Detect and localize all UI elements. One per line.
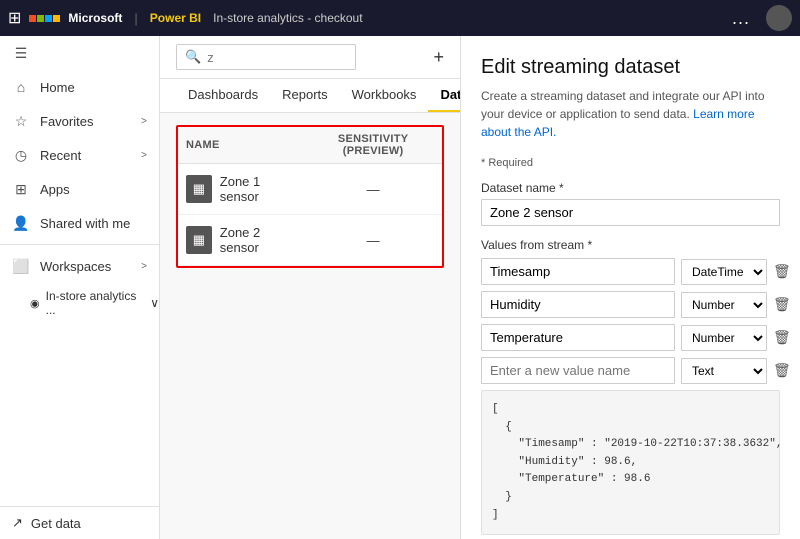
delete-stream-1[interactable]: 🗑 xyxy=(773,263,791,280)
tabs-bar: Dashboards Reports Workbooks Datasets Da… xyxy=(160,79,460,113)
stream-row-2: NumberDateTimeText 🗑 xyxy=(481,291,780,318)
instore-chevron-icon: ∨ xyxy=(150,296,159,310)
sidebar-item-recent-label: Recent xyxy=(40,148,81,163)
stream-type-2[interactable]: NumberDateTimeText xyxy=(681,292,767,318)
dataset-name-input[interactable] xyxy=(481,199,780,226)
sidebar-item-workspaces[interactable]: ⬜ Workspaces > xyxy=(0,249,159,283)
stream-name-3[interactable] xyxy=(481,324,675,351)
content-header: 🔍 + xyxy=(160,36,460,79)
chevron-icon: > xyxy=(141,116,147,127)
chevron-right-icon: > xyxy=(141,150,147,161)
col-sensitivity-header: SENSITIVITY (preview) xyxy=(304,127,442,164)
sidebar-item-shared[interactable]: 👤 Shared with me xyxy=(0,206,159,240)
table-row[interactable]: ▦ Zone 1 sensor — xyxy=(178,164,442,215)
panel-title: Edit streaming dataset xyxy=(481,56,780,79)
dataset-table-container: NAME SENSITIVITY (preview) ▦ Zone 1 sens… xyxy=(176,125,444,268)
sidebar-toggle[interactable]: ☰ xyxy=(0,36,159,70)
more-options-icon[interactable]: ... xyxy=(732,8,750,29)
stream-row-new: TextDateTimeNumber 🗑 xyxy=(481,357,780,384)
home-icon: ⌂ xyxy=(12,78,30,96)
avatar[interactable] xyxy=(766,5,792,31)
edit-panel: Edit streaming dataset Create a streamin… xyxy=(460,36,800,539)
get-data-label: Get data xyxy=(31,516,81,531)
sidebar-item-instore[interactable]: ◉ In-store analytics ... ∨ xyxy=(0,283,159,323)
topbar-divider: | xyxy=(134,11,137,26)
recent-icon: ◷ xyxy=(12,146,30,164)
sidebar-item-favorites[interactable]: ☆ Favorites > xyxy=(0,104,159,138)
dataset-name-cell: ▦ Zone 1 sensor xyxy=(178,164,304,215)
content-area: 🔍 + Dashboards Reports Workbooks Dataset… xyxy=(160,36,460,539)
main-layout: ☰ ⌂ Home ☆ Favorites > ◷ Recent > ⊞ Apps… xyxy=(0,36,800,539)
sidebar-item-apps-label: Apps xyxy=(40,182,70,197)
dataset-name-label: Dataset name * xyxy=(481,181,780,195)
sidebar-item-recent[interactable]: ◷ Recent > xyxy=(0,138,159,172)
grid-icon: ⊞ xyxy=(8,8,21,28)
hamburger-icon: ☰ xyxy=(12,44,30,62)
required-note: * Required xyxy=(481,157,780,169)
tab-reports[interactable]: Reports xyxy=(270,79,340,112)
getdata-icon: ↗ xyxy=(12,515,23,531)
workspaces-icon: ⬜ xyxy=(12,257,30,275)
sidebar-workspaces-label: Workspaces xyxy=(40,259,111,274)
dataset-icon-1: ▦ xyxy=(186,175,212,203)
stream-type-new[interactable]: TextDateTimeNumber xyxy=(681,358,767,384)
sidebar-item-favorites-label: Favorites xyxy=(40,114,93,129)
sidebar-item-home[interactable]: ⌂ Home xyxy=(0,70,159,104)
dataset-icon-2: ▦ xyxy=(186,226,212,254)
stream-values-label: Values from stream * xyxy=(481,238,780,252)
favorites-icon: ☆ xyxy=(12,112,30,130)
search-icon: 🔍 xyxy=(185,49,201,65)
panel-description: Create a streaming dataset and integrate… xyxy=(481,87,780,141)
instore-icon: ◉ xyxy=(30,297,40,310)
dataset-name-2: Zone 2 sensor xyxy=(220,225,297,255)
tab-datasets[interactable]: Datasets xyxy=(428,79,460,112)
dataset-name-cell: ▦ Zone 2 sensor xyxy=(178,215,304,266)
tab-dashboards[interactable]: Dashboards xyxy=(176,79,270,112)
sensitivity-1: — xyxy=(304,164,442,215)
stream-name-1[interactable] xyxy=(481,258,675,285)
sidebar-item-home-label: Home xyxy=(40,80,75,95)
col-name-header: NAME xyxy=(178,127,304,164)
sensitivity-2: — xyxy=(304,215,442,266)
table-row[interactable]: ▦ Zone 2 sensor — xyxy=(178,215,442,266)
shared-icon: 👤 xyxy=(12,214,30,232)
sidebar-get-data[interactable]: ↗ Get data xyxy=(0,506,159,539)
search-box[interactable]: 🔍 xyxy=(176,44,356,70)
search-input[interactable] xyxy=(207,50,347,65)
delete-stream-2[interactable]: 🗑 xyxy=(773,296,791,313)
sidebar-item-instore-label: In-store analytics ... xyxy=(46,289,145,317)
apps-icon: ⊞ xyxy=(12,180,30,198)
sidebar: ☰ ⌂ Home ☆ Favorites > ◷ Recent > ⊞ Apps… xyxy=(0,36,160,539)
stream-name-2[interactable] xyxy=(481,291,675,318)
sidebar-item-apps[interactable]: ⊞ Apps xyxy=(0,172,159,206)
microsoft-logo xyxy=(29,15,60,22)
tab-workbooks[interactable]: Workbooks xyxy=(340,79,429,112)
topbar: ⊞ Microsoft | Power BI In-store analytic… xyxy=(0,0,800,36)
stream-type-3[interactable]: NumberDateTimeText xyxy=(681,325,767,351)
powerbi-label: Power BI xyxy=(150,11,201,25)
microsoft-label: Microsoft xyxy=(68,11,122,25)
stream-row-1: DateTimeNumberText 🗑 xyxy=(481,258,780,285)
topbar-title: In-store analytics - checkout xyxy=(213,11,362,25)
workspaces-chevron-icon: > xyxy=(141,261,147,272)
stream-type-1[interactable]: DateTimeNumberText xyxy=(681,259,767,285)
dataset-name-1: Zone 1 sensor xyxy=(220,174,297,204)
sidebar-item-shared-label: Shared with me xyxy=(40,216,130,231)
add-button[interactable]: + xyxy=(433,47,444,68)
delete-stream-3[interactable]: 🗑 xyxy=(773,329,791,346)
stream-row-3: NumberDateTimeText 🗑 xyxy=(481,324,780,351)
stream-name-new[interactable] xyxy=(481,357,675,384)
json-preview: [ { "Timesamp" : "2019-10-22T10:37:38.36… xyxy=(481,390,780,535)
dataset-table: NAME SENSITIVITY (preview) ▦ Zone 1 sens… xyxy=(178,127,442,266)
table-area: NAME SENSITIVITY (preview) ▦ Zone 1 sens… xyxy=(160,113,460,539)
delete-stream-new[interactable]: 🗑 xyxy=(773,362,791,379)
